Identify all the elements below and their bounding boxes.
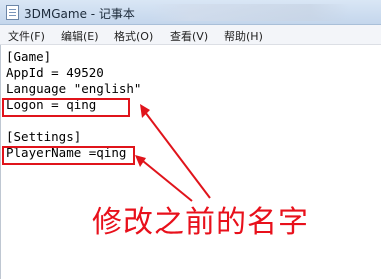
arrow-line-logon [141, 107, 211, 199]
annotation-text: 修改之前的名字 [92, 205, 309, 240]
